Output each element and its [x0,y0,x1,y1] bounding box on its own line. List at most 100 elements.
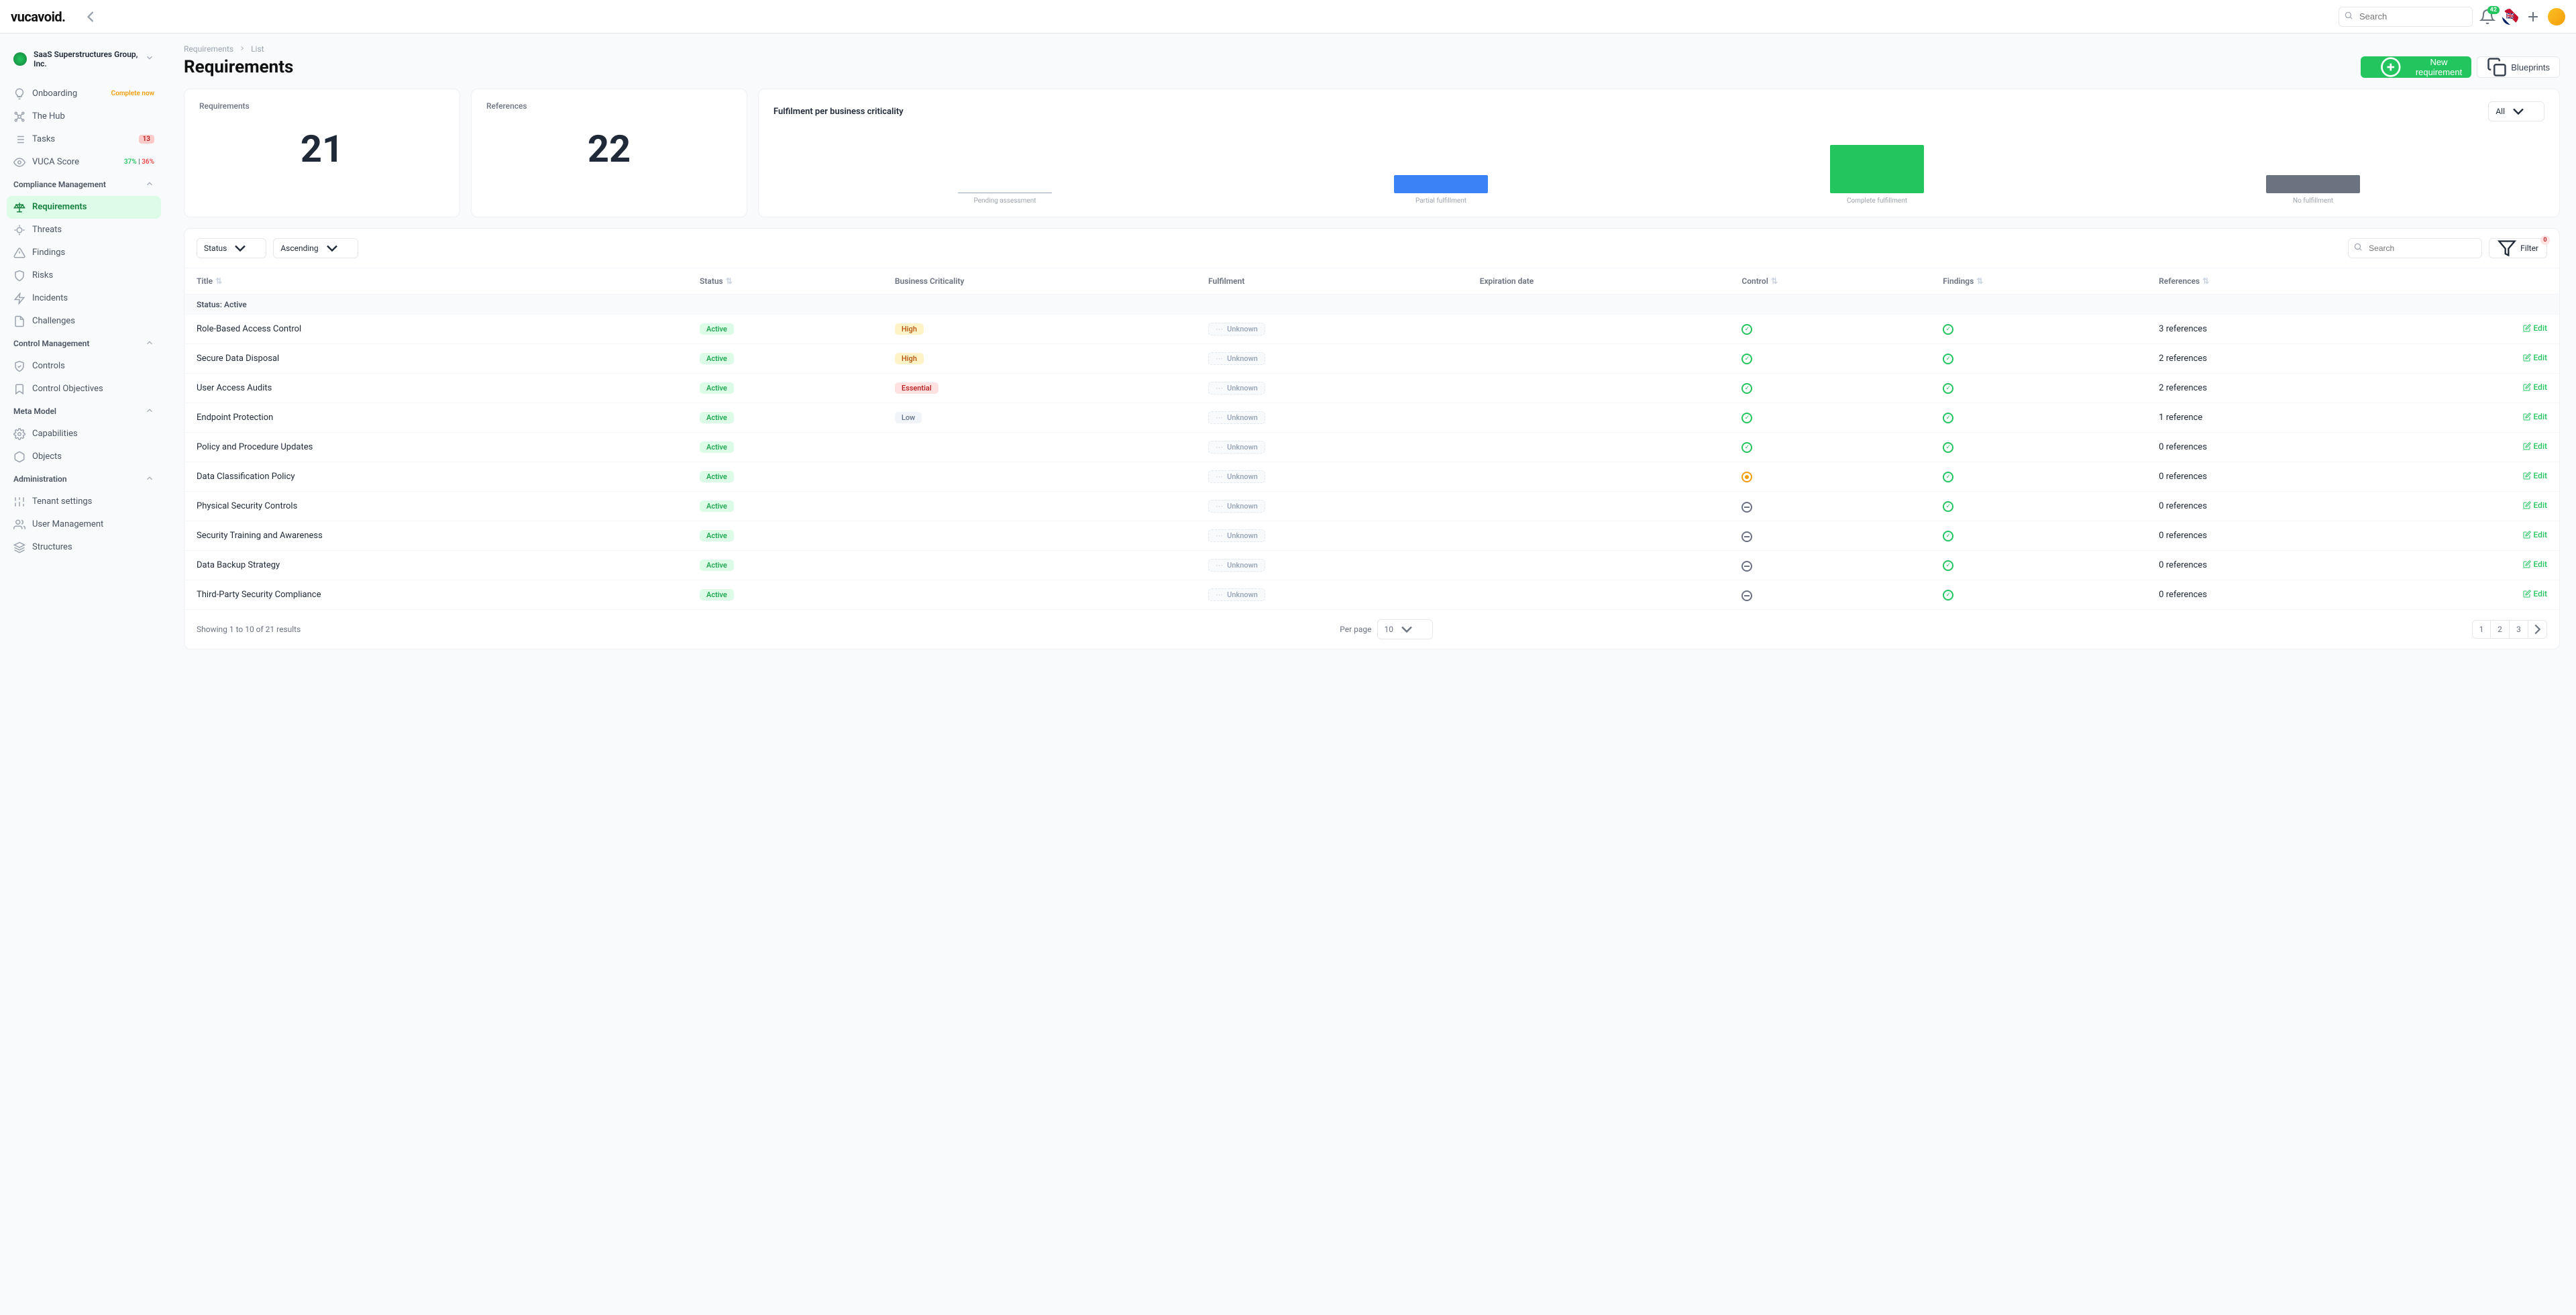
edit-link[interactable]: Edit [2523,441,2547,451]
table-row[interactable]: Endpoint ProtectionActiveLow⋯Unknown✓✓1 … [184,403,2559,433]
page-button[interactable]: 2 [2491,620,2510,639]
cell-references: 3 references [2147,315,2396,344]
sidebar-item-threats[interactable]: Threats [7,219,161,242]
edit-link[interactable]: Edit [2523,530,2547,539]
copy-icon [2487,57,2507,77]
fulfilment-pill: ⋯Unknown [1208,382,1265,394]
notifications-button[interactable]: 42 [2479,9,2496,25]
language-flag[interactable]: 🇬🇧 [2502,9,2518,25]
blueprints-button[interactable]: Blueprints [2477,56,2560,78]
edit-link[interactable]: Edit [2523,382,2547,392]
table-search-input[interactable] [2348,238,2482,258]
global-search[interactable] [2339,7,2473,27]
tenant-avatar [13,52,27,66]
edit-link[interactable]: Edit [2523,323,2547,333]
check-circle-icon: ✓ [1943,531,1953,541]
warning-circle-icon [1741,472,1752,482]
sidebar-item-label: Threats [32,225,62,235]
logo[interactable]: vucavoid. [11,9,65,25]
sidebar-item-vuca[interactable]: VUCA Score 37% | 36% [7,151,161,174]
shield-check-icon [13,360,25,372]
col-expiration[interactable]: Expiration date [1468,268,1730,295]
col-control[interactable]: Control⇅ [1729,268,1931,295]
edit-link[interactable]: Edit [2523,589,2547,598]
edit-link[interactable]: Edit [2523,560,2547,569]
col-title[interactable]: Title⇅ [184,268,688,295]
col-criticality[interactable]: Business Criticality [883,268,1196,295]
sidebar-item-objects[interactable]: Objects [7,445,161,468]
sidebar-item-tenant-settings[interactable]: Tenant settings [7,490,161,513]
sidebar-item-incidents[interactable]: Incidents [7,287,161,310]
sort-field-select[interactable]: Status [197,238,266,258]
edit-link[interactable]: Edit [2523,412,2547,421]
new-requirement-button[interactable]: New requirement [2361,56,2471,78]
table-row[interactable]: Secure Data DisposalActiveHigh⋯Unknown✓✓… [184,344,2559,374]
table-row[interactable]: Data Backup StrategyActive⋯Unknown✓0 ref… [184,551,2559,580]
bookmark-icon [13,383,25,395]
criticality-pill: Low [895,412,922,423]
sidebar-item-challenges[interactable]: Challenges [7,310,161,333]
edit-icon [2523,413,2531,421]
sidebar-item-risks[interactable]: Risks [7,264,161,287]
dots-icon: ⋯ [1216,384,1224,392]
table-row[interactable]: Policy and Procedure UpdatesActive⋯Unkno… [184,433,2559,462]
back-button[interactable] [81,7,100,26]
edit-link[interactable]: Edit [2523,353,2547,362]
cell-references: 2 references [2147,344,2396,374]
sidebar-item-structures[interactable]: Structures [7,536,161,559]
sidebar-item-onboarding[interactable]: Onboarding Complete now [7,83,161,105]
tenant-name: SaaS Superstructures Group, Inc. [34,50,138,69]
sidebar-item-requirements[interactable]: Requirements [7,196,161,219]
tenant-switcher[interactable]: SaaS Superstructures Group, Inc. [7,44,161,74]
edit-icon [2523,472,2531,480]
sidebar-item-findings[interactable]: Findings [7,242,161,264]
section-compliance[interactable]: Compliance Management [7,174,161,196]
section-control[interactable]: Control Management [7,333,161,355]
sidebar-item-capabilities[interactable]: Capabilities [7,423,161,445]
breadcrumb-item[interactable]: Requirements [184,44,233,54]
col-status[interactable]: Status⇅ [688,268,883,295]
section-admin[interactable]: Administration [7,468,161,490]
fulfilment-pill: ⋯Unknown [1208,411,1265,424]
col-findings[interactable]: Findings⇅ [1931,268,2147,295]
table-row[interactable]: Physical Security ControlsActive⋯Unknown… [184,492,2559,521]
table-search[interactable] [2348,238,2482,258]
table-row[interactable]: Data Classification PolicyActive⋯Unknown… [184,462,2559,492]
criticality-pill: High [895,353,924,364]
add-button[interactable] [2525,9,2541,25]
edit-link[interactable]: Edit [2523,501,2547,510]
section-meta[interactable]: Meta Model [7,401,161,423]
col-references[interactable]: References⇅ [2147,268,2396,295]
col-fulfilment[interactable]: Fulfilment [1196,268,1468,295]
table-row[interactable]: Third-Party Security ComplianceActive⋯Un… [184,580,2559,610]
filter-button[interactable]: Filter 0 [2489,238,2547,258]
page-button[interactable]: 1 [2472,620,2491,639]
chevron-right-icon [2528,621,2546,638]
user-avatar[interactable] [2548,8,2565,25]
cell-references: 1 reference [2147,403,2396,433]
chart-filter-select[interactable]: All [2488,101,2544,121]
sidebar-item-control-objectives[interactable]: Control Objectives [7,378,161,401]
users-icon [13,519,25,531]
dots-icon: ⋯ [1216,413,1224,422]
next-page-button[interactable] [2528,620,2547,639]
check-circle-icon: ✓ [1741,324,1752,335]
page-button[interactable]: 3 [2510,620,2528,639]
sidebar-item-hub[interactable]: The Hub [7,105,161,128]
table-row[interactable]: Role-Based Access ControlActiveHigh⋯Unkn… [184,315,2559,344]
chart-bar-label: Pending assessment [973,197,1036,205]
table-row[interactable]: Security Training and AwarenessActive⋯Un… [184,521,2559,551]
global-search-input[interactable] [2339,7,2473,27]
sidebar-item-tasks[interactable]: Tasks 13 [7,128,161,151]
table-row[interactable]: User Access AuditsActiveEssential⋯Unknow… [184,374,2559,403]
status-pill: Active [700,471,734,482]
per-page-select[interactable]: 10 [1377,619,1434,639]
status-pill: Active [700,589,734,600]
chart-bar: Pending assessment [813,193,1197,205]
shield-icon [13,270,25,282]
edit-link[interactable]: Edit [2523,471,2547,480]
sidebar-item-controls[interactable]: Controls [7,355,161,378]
sidebar-item-user-management[interactable]: User Management [7,513,161,536]
chevron-left-icon [81,7,100,26]
sort-dir-select[interactable]: Ascending [273,238,358,258]
